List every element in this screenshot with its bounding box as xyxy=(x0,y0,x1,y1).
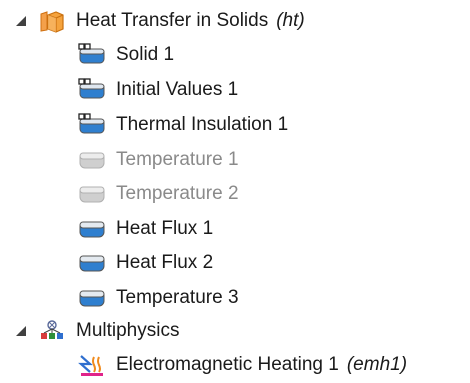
electromagnetic-heating-icon xyxy=(78,353,106,377)
tree-node-label: Initial Values 1 xyxy=(116,79,239,100)
tree-node-thermal-insulation-1[interactable]: Thermal Insulation 1 xyxy=(78,108,288,142)
tree-node-solid-1[interactable]: Solid 1 xyxy=(78,38,174,72)
boundary-node-icon xyxy=(78,251,106,275)
tree-node-heat-transfer[interactable]: Heat Transfer in Solids (ht) xyxy=(38,4,305,38)
tree-node-label: Heat Flux 1 xyxy=(116,218,214,239)
heat-transfer-tag: (ht) xyxy=(276,10,305,31)
tree-node-heat-flux-1[interactable]: Heat Flux 1 xyxy=(78,212,213,246)
tree-node-electromagnetic-heating-1[interactable]: Electromagnetic Heating 1 (emh1) xyxy=(78,348,407,382)
collapse-arrow-icon[interactable] xyxy=(14,14,28,28)
boundary-node-icon xyxy=(78,217,106,241)
multiphysics-label: Multiphysics xyxy=(76,320,180,341)
tree-node-initial-values-1[interactable]: Initial Values 1 xyxy=(78,73,238,107)
tree-node-multiphysics[interactable]: Multiphysics xyxy=(38,314,179,348)
boundary-node-default-icon xyxy=(78,113,106,137)
multiphysics-icon xyxy=(38,319,66,343)
tree-node-label: Heat Flux 2 xyxy=(116,252,214,273)
tree-node-heat-flux-2[interactable]: Heat Flux 2 xyxy=(78,246,213,280)
tree-node-label: Temperature 1 xyxy=(116,149,239,170)
heat-transfer-label: Heat Transfer in Solids xyxy=(76,10,269,31)
tree-node-label: Temperature 3 xyxy=(116,287,239,308)
boundary-node-disabled-icon xyxy=(78,148,106,172)
electromagnetic-heating-tag: (emh1) xyxy=(346,354,408,375)
collapse-arrow-icon[interactable] xyxy=(14,324,28,338)
tree-node-label: Solid 1 xyxy=(116,44,175,65)
heat-transfer-physics-icon xyxy=(38,9,66,33)
boundary-node-icon xyxy=(78,286,106,310)
electromagnetic-heating-label: Electromagnetic Heating 1 xyxy=(116,354,339,375)
tree-node-label: Temperature 2 xyxy=(116,183,239,204)
tree-node-temperature-1[interactable]: Temperature 1 xyxy=(78,143,239,177)
tree-node-temperature-3[interactable]: Temperature 3 xyxy=(78,281,239,315)
tree-node-temperature-2[interactable]: Temperature 2 xyxy=(78,177,239,211)
tree-node-label: Thermal Insulation 1 xyxy=(116,114,289,135)
domain-node-default-icon xyxy=(78,43,106,67)
boundary-node-disabled-icon xyxy=(78,182,106,206)
domain-node-default-icon xyxy=(78,78,106,102)
